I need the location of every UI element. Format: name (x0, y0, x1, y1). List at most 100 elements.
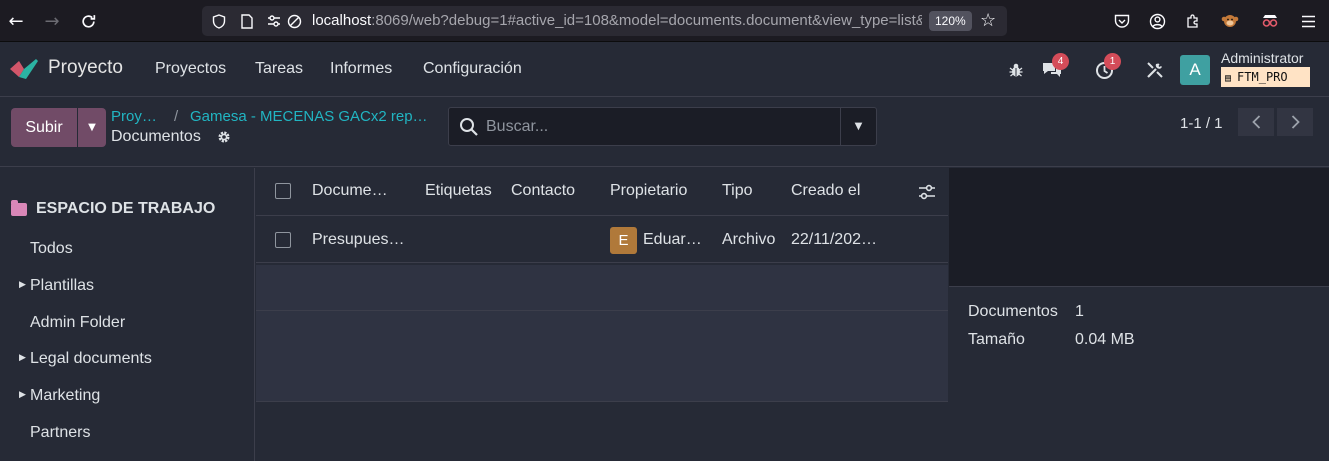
extensions-icon[interactable] (1182, 10, 1204, 32)
gear-icon[interactable] (216, 129, 232, 145)
control-panel: Subir ▼ Proy… / Gamesa - MECENAS GACx2 r… (0, 97, 1329, 167)
user-avatar[interactable]: A (1180, 55, 1210, 85)
chevron-left-icon (1251, 115, 1260, 129)
empty-row (256, 265, 948, 311)
shield-icon[interactable] (211, 13, 227, 29)
inspector-documents-value: 1 (1075, 303, 1084, 320)
select-all-checkbox[interactable] (275, 183, 291, 199)
cell-type: Archivo (722, 231, 776, 248)
zoom-level[interactable]: 120% (929, 11, 972, 31)
pager-next-button[interactable] (1277, 108, 1313, 136)
database-icon: ▤ (1225, 73, 1238, 84)
empty-row (256, 311, 948, 357)
inspector-documents-label: Documentos (968, 303, 1058, 320)
menu-icon[interactable] (1297, 10, 1319, 32)
caret-down-icon: ▼ (854, 121, 863, 132)
url-host: localhost (312, 12, 372, 29)
caret-right-icon[interactable]: ▶ (19, 352, 26, 363)
empty-row (256, 356, 948, 402)
list-bottom-space (256, 402, 948, 461)
folder-icon (11, 199, 27, 216)
reload-icon[interactable] (76, 9, 100, 33)
upload-button[interactable]: Subir (11, 108, 77, 147)
sidebar-item-legal-documents[interactable]: ▶ Legal documents (0, 343, 254, 377)
url-text[interactable]: localhost:8069/web?debug=1#active_id=108… (312, 12, 922, 29)
sidebar-item-label: Partners (30, 424, 91, 441)
inspector-size-value: 0.04 MB (1075, 331, 1135, 348)
bookmark-star-icon[interactable]: ☆ (980, 10, 996, 31)
permissions-icon[interactable] (266, 13, 282, 29)
upload-dropdown-toggle[interactable]: ▼ (78, 108, 106, 147)
page-icon[interactable] (239, 13, 255, 29)
documents-inspector: Documentos 1 Tamaño 0.04 MB (949, 168, 1329, 461)
user-name[interactable]: Administrator (1221, 50, 1303, 66)
search-options-toggle[interactable]: ▼ (840, 108, 876, 145)
caret-down-icon: ▼ (88, 122, 96, 133)
owner-avatar[interactable]: E (610, 227, 637, 254)
column-header-type[interactable]: Tipo (722, 182, 753, 200)
column-header-document[interactable]: Docume… (312, 182, 388, 200)
column-header-created[interactable]: Creado el (791, 182, 860, 200)
debug-bug-icon[interactable] (1004, 58, 1028, 82)
row-checkbox[interactable] (275, 232, 291, 248)
forward-icon[interactable]: → (40, 9, 64, 33)
sidebar-item-label: Plantillas (30, 277, 95, 294)
inspector-preview-area (949, 168, 1329, 287)
url-path: :8069/web?debug=1#active_id=108&model=do… (371, 12, 922, 29)
column-header-owner[interactable]: Propietario (610, 182, 687, 200)
pocket-icon[interactable] (1111, 10, 1133, 32)
browser-toolbar: ← → localhost:8069/web?debug=1#active_id… (0, 0, 1329, 42)
documents-list: Docume… Etiquetas Contacto Propietario T… (256, 168, 948, 461)
breadcrumb-current: Documentos (111, 128, 201, 145)
cell-owner[interactable]: Eduar… (643, 231, 702, 249)
breadcrumb-separator: / (174, 108, 179, 125)
pager-value[interactable]: 1-1 / 1 (1180, 115, 1223, 132)
spy-extension-icon[interactable] (1259, 10, 1281, 32)
sidebar-item-partners[interactable]: Partners (0, 417, 254, 451)
breadcrumb-parent[interactable]: Gamesa - MECENAS GACx2 rep… (190, 108, 428, 125)
database-badge[interactable]: ▤ FTM_PRO (1221, 67, 1310, 87)
main-navbar: Proyecto Proyectos Tareas Informes Confi… (0, 42, 1329, 97)
caret-right-icon[interactable]: ▶ (19, 389, 26, 400)
sidebar-item-label: Marketing (30, 387, 101, 404)
database-name: FTM_PRO (1237, 70, 1288, 84)
table-row[interactable]: Presupues… E Eduar… Archivo 22/11/202… (256, 217, 948, 263)
cell-document[interactable]: Presupues… (312, 231, 405, 249)
menu-configuracion[interactable]: Configuración (423, 60, 522, 78)
optional-columns-sliders-icon[interactable] (918, 183, 936, 201)
column-header-contact[interactable]: Contacto (511, 182, 575, 200)
caret-right-icon[interactable]: ▶ (19, 279, 26, 290)
back-icon[interactable]: ← (4, 9, 28, 33)
workspace-sidebar: ESPACIO DE TRABAJO Todos ▶ Plantillas Ad… (0, 168, 255, 461)
pager-previous-button[interactable] (1238, 108, 1274, 136)
messages-badge: 4 (1052, 53, 1069, 70)
cell-created: 22/11/202… (791, 231, 877, 248)
inspector-size-label: Tamaño (968, 331, 1025, 348)
list-header: Docume… Etiquetas Contacto Propietario T… (256, 168, 948, 216)
sidebar-item-label: Admin Folder (30, 314, 126, 331)
search-input[interactable] (486, 116, 826, 138)
search-bar: ▼ (448, 107, 877, 146)
sidebar-item-label: Legal documents (30, 350, 152, 367)
developer-tools-icon[interactable] (1143, 58, 1167, 82)
messages-icon[interactable]: 4 (1040, 53, 1069, 82)
sidebar-item-marketing[interactable]: ▶ Marketing (0, 380, 254, 414)
account-icon[interactable] (1146, 10, 1168, 32)
sidebar-item-plantillas[interactable]: ▶ Plantillas (0, 270, 254, 304)
monkey-extension-icon[interactable] (1219, 10, 1241, 32)
activities-clock-icon[interactable]: 1 (1092, 53, 1121, 82)
address-bar[interactable]: localhost:8069/web?debug=1#active_id=108… (202, 6, 1007, 36)
workspace-header-label: ESPACIO DE TRABAJO (36, 200, 216, 217)
menu-tareas[interactable]: Tareas (255, 60, 303, 78)
menu-proyectos[interactable]: Proyectos (155, 60, 226, 78)
breadcrumb-root[interactable]: Proy… (111, 108, 157, 125)
project-app-logo-icon[interactable] (10, 58, 38, 80)
activities-badge: 1 (1104, 53, 1121, 70)
menu-informes[interactable]: Informes (330, 60, 392, 78)
sidebar-item-admin-folder[interactable]: Admin Folder (0, 307, 254, 341)
app-name[interactable]: Proyecto (48, 57, 123, 79)
tracking-blocked-icon[interactable] (286, 13, 302, 29)
sidebar-item-todos[interactable]: Todos (0, 233, 254, 267)
chevron-right-icon (1291, 115, 1300, 129)
column-header-tags[interactable]: Etiquetas (425, 182, 492, 200)
